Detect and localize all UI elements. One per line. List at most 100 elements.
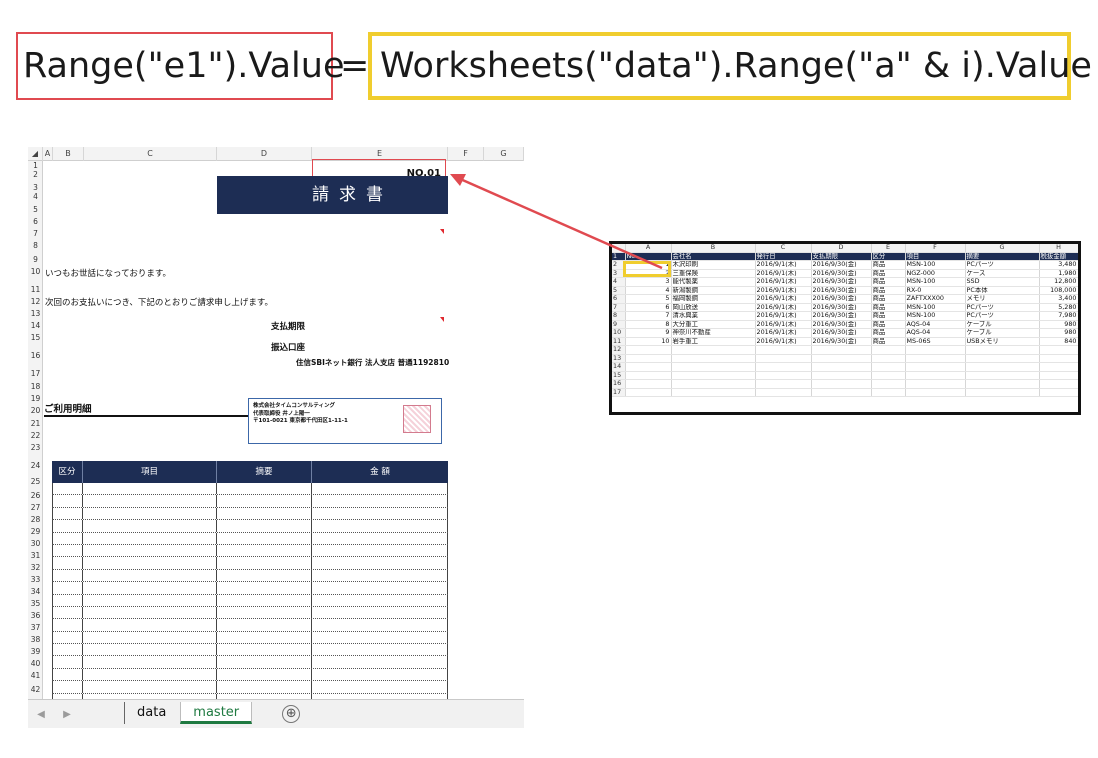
data-cell[interactable] [671,371,756,381]
data-cell[interactable] [755,345,812,355]
tab-master[interactable]: master [180,702,253,724]
data-cell[interactable]: 商品 [871,303,906,313]
data-cell[interactable]: 2016/9/1(木) [755,286,812,296]
data-cell[interactable]: 2016/9/1(木) [755,294,812,304]
detail-cell[interactable] [217,681,312,693]
row-header-19[interactable]: 19 [28,394,43,403]
data-cell[interactable]: ケーブル [965,328,1040,338]
detail-cell[interactable] [83,520,217,532]
data-cell[interactable] [1039,354,1078,364]
detail-cell[interactable] [312,656,448,668]
detail-cell[interactable] [52,656,83,668]
row-header-6[interactable]: 6 [28,217,43,226]
row-header-5[interactable]: 5 [28,205,43,214]
data-row-number[interactable]: 1 [612,252,626,262]
data-cell[interactable] [755,354,812,364]
data-cell[interactable]: MSN-100 [905,277,966,287]
row-header-29[interactable]: 29 [28,527,43,536]
data-header-cell[interactable]: 区分 [871,252,906,262]
data-cell[interactable] [965,388,1040,398]
row-header-31[interactable]: 31 [28,551,43,560]
detail-cell[interactable] [52,495,83,507]
data-cell[interactable]: 3,400 [1039,294,1078,304]
detail-cell[interactable] [312,532,448,544]
data-cell[interactable]: RX-0 [905,286,966,296]
row-header-15[interactable]: 15 [28,333,43,342]
data-col-header[interactable]: B [671,244,756,253]
detail-cell[interactable] [312,668,448,681]
row-header-40[interactable]: 40 [28,659,43,668]
data-cell[interactable] [755,379,812,389]
data-cell[interactable] [811,379,872,389]
detail-cell[interactable] [217,644,312,656]
detail-cell[interactable] [312,544,448,557]
data-cell[interactable] [625,345,672,355]
data-row-number[interactable]: 7 [612,303,626,313]
data-cell[interactable]: MSN-100 [905,311,966,321]
data-cell[interactable]: メモリ [965,294,1040,304]
data-cell[interactable] [625,388,672,398]
data-row-number[interactable]: 9 [612,320,626,330]
col-header-f[interactable]: F [448,147,484,161]
detail-cell[interactable] [52,569,83,582]
tab-scroll-right-icon[interactable]: ▶ [54,709,80,720]
row-header-26[interactable]: 26 [28,491,43,500]
data-cell[interactable]: PC本体 [965,286,1040,296]
data-cell[interactable] [671,362,756,372]
data-row-number[interactable]: 8 [612,311,626,321]
select-all-corner[interactable]: ◢ [28,147,43,161]
data-cell[interactable]: 神奈川不動産 [671,328,756,338]
data-row-number[interactable]: 14 [612,362,626,372]
data-cell[interactable] [965,371,1040,381]
data-cell[interactable]: 大分重工 [671,320,756,330]
detail-cell[interactable] [312,557,448,569]
detail-cell[interactable] [83,544,217,557]
data-cell[interactable]: 商品 [871,320,906,330]
row-header-39[interactable]: 39 [28,647,43,656]
data-cell[interactable]: 980 [1039,328,1078,338]
data-col-header[interactable]: A [625,244,672,253]
detail-cell[interactable] [217,495,312,507]
data-cell[interactable]: NGZ-000 [905,269,966,279]
row-header-11[interactable]: 11 [28,285,43,294]
data-cell[interactable] [625,379,672,389]
data-cell[interactable]: 10 [625,337,672,347]
detail-cell[interactable] [312,483,448,495]
data-cell[interactable] [755,371,812,381]
detail-cell[interactable] [83,582,217,594]
data-cell[interactable]: 2016/9/1(木) [755,328,812,338]
detail-cell[interactable] [52,644,83,656]
data-cell[interactable]: AQS-04 [905,328,966,338]
row-header-18[interactable]: 18 [28,382,43,391]
data-cell[interactable]: MSN-100 [905,303,966,313]
detail-cell[interactable] [52,619,83,631]
data-cell[interactable]: 2016/9/30(金) [811,277,872,287]
data-cell[interactable] [871,362,906,372]
row-header-27[interactable]: 27 [28,503,43,512]
data-header-cell[interactable]: 支払期限 [811,252,872,262]
row-header-2[interactable]: 2 [28,170,43,179]
data-cell[interactable] [811,362,872,372]
detail-cell[interactable] [217,569,312,582]
row-header-13[interactable]: 13 [28,309,43,318]
row-header-37[interactable]: 37 [28,623,43,632]
data-cell[interactable] [1039,371,1078,381]
data-cell[interactable]: 商品 [871,328,906,338]
data-cell[interactable] [811,371,872,381]
detail-cell[interactable] [52,582,83,594]
data-col-header[interactable] [612,244,626,253]
row-header-34[interactable]: 34 [28,587,43,596]
data-cell[interactable]: 108,000 [1039,286,1078,296]
data-cell[interactable] [905,379,966,389]
data-cell[interactable] [755,388,812,398]
row-header-14[interactable]: 14 [28,321,43,330]
row-header-42[interactable]: 42 [28,685,43,694]
detail-cell[interactable] [312,594,448,606]
detail-cell[interactable] [312,644,448,656]
data-cell[interactable]: 商品 [871,311,906,321]
detail-cell[interactable] [217,483,312,495]
data-cell[interactable] [671,354,756,364]
row-header-38[interactable]: 38 [28,635,43,644]
data-cell[interactable] [905,354,966,364]
row-header-16[interactable]: 16 [28,351,43,360]
